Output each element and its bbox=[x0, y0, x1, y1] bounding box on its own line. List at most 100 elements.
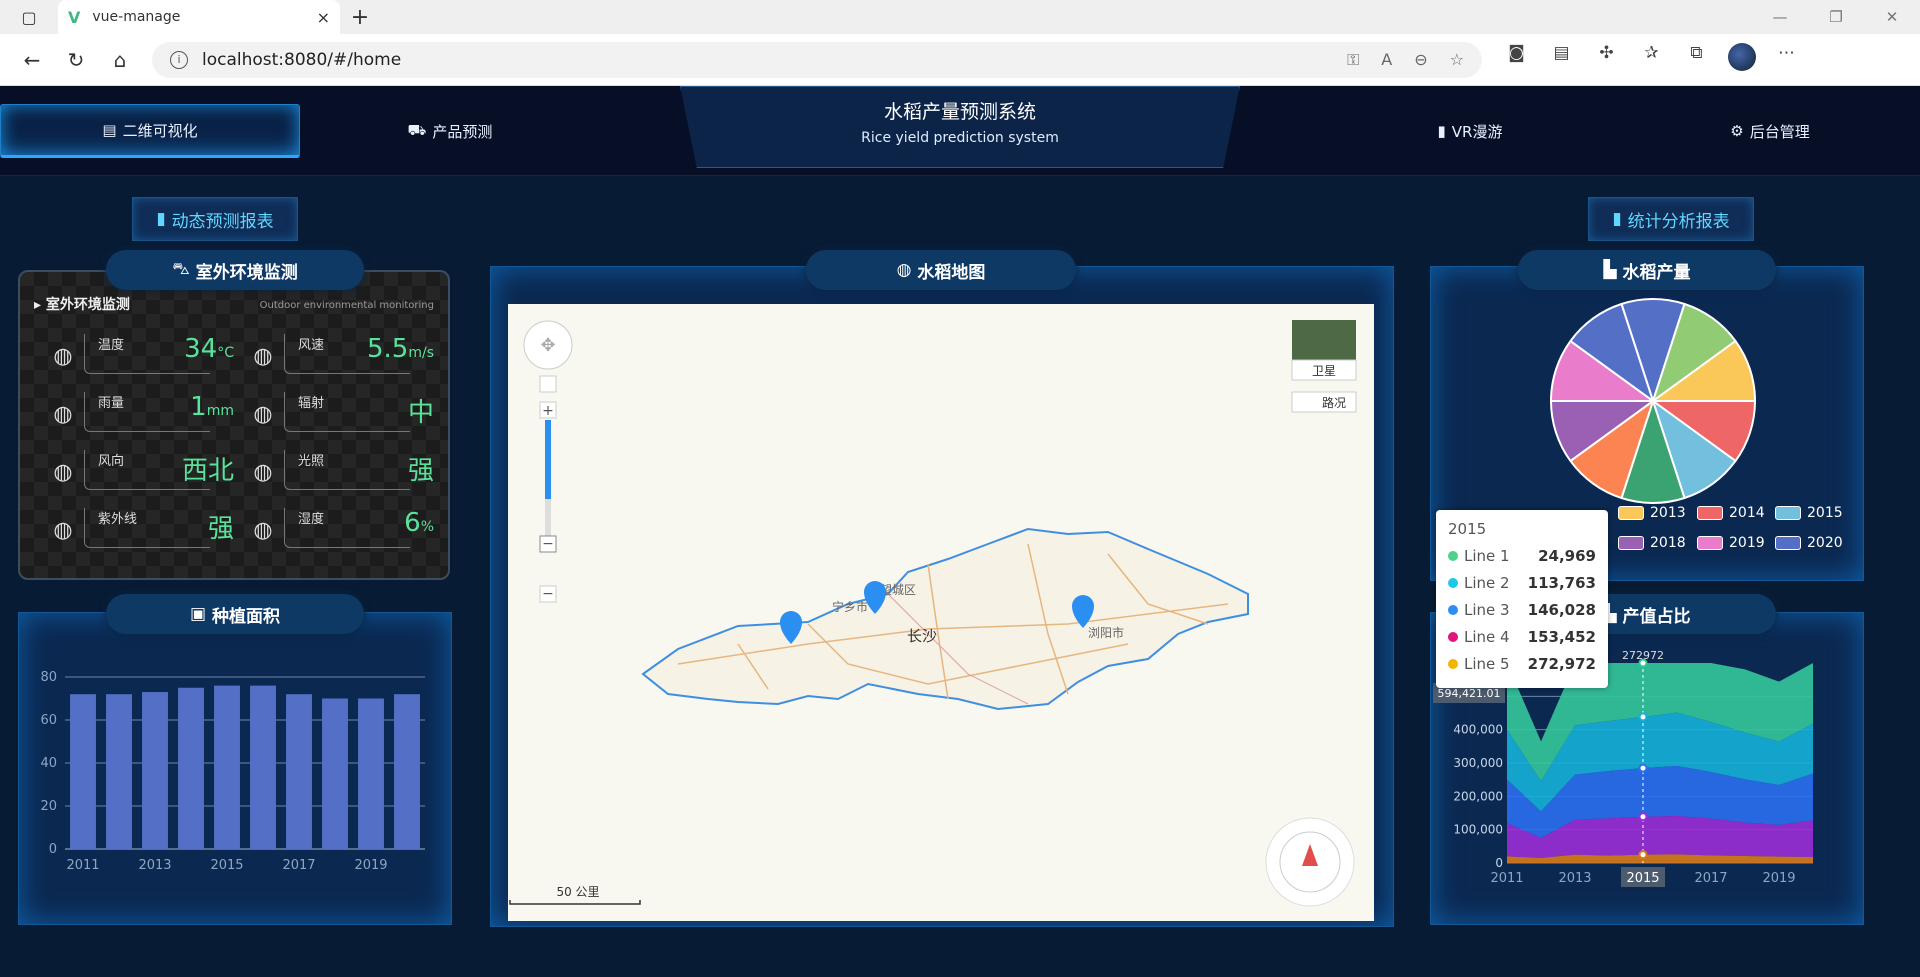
env-value: 强 bbox=[207, 514, 234, 544]
legend-item[interactable]: 2015 bbox=[1775, 505, 1843, 521]
document-icon: ▤ bbox=[102, 121, 117, 139]
tooltip-title: 2015 bbox=[1448, 520, 1487, 538]
favorites-icon[interactable]: ✰ bbox=[1629, 43, 1674, 76]
environment-panel: ▸ 室外环境监测 Outdoor environmental monitorin… bbox=[18, 270, 450, 580]
rice-map[interactable]: 宁乡市 望城区 长沙 浏阳市 ✥ + − − 卫星 路况 50 公里 bbox=[508, 304, 1374, 921]
stat-report-button[interactable]: ▮ 统计分析报表 bbox=[1588, 197, 1754, 241]
env-value: 5.5m/s bbox=[366, 334, 434, 364]
scale-label: 50 公里 bbox=[556, 885, 599, 899]
home-icon[interactable]: ⌂ bbox=[98, 48, 142, 72]
new-tab-button[interactable]: + bbox=[340, 5, 380, 30]
back-icon[interactable]: ← bbox=[10, 48, 54, 72]
collections-icon[interactable]: ⧉ bbox=[1674, 43, 1719, 76]
minimize-icon[interactable]: — bbox=[1752, 0, 1808, 34]
read-aloud-icon[interactable]: A bbox=[1381, 50, 1392, 69]
vue-logo-icon: V bbox=[68, 7, 81, 27]
bar-chart-icon: ▮ bbox=[156, 209, 166, 229]
y-tick-label: 0 bbox=[49, 842, 57, 857]
env-item: ◍ 光照 强 bbox=[248, 450, 434, 494]
series-dot bbox=[1448, 631, 1458, 642]
env-value: 中 bbox=[407, 398, 434, 428]
x-tick-label: 2019 bbox=[1762, 871, 1795, 886]
traffic-button: 路况 bbox=[1322, 395, 1346, 410]
url-field[interactable]: i localhost:8080/#/home ⚿ A ⊖ ☆ bbox=[152, 41, 1482, 78]
nav-2d-visualization[interactable]: ▤ 二维可视化 bbox=[0, 104, 300, 158]
legend-swatch bbox=[1775, 536, 1801, 550]
extension-icon[interactable]: ◙ bbox=[1494, 43, 1539, 76]
x-tick-label: 2013 bbox=[1558, 871, 1591, 886]
rain-icon: ◍ bbox=[53, 401, 73, 427]
env-value: 强 bbox=[407, 456, 434, 486]
data-point bbox=[1638, 763, 1648, 773]
radiation-icon: ◍ bbox=[253, 401, 273, 427]
truck-icon: ⛟ bbox=[407, 121, 427, 139]
legend-swatch bbox=[1697, 506, 1723, 520]
legend-label: 2018 bbox=[1650, 535, 1686, 551]
legend-label: 2019 bbox=[1729, 535, 1765, 551]
x-tick-label: 2011 bbox=[1490, 871, 1523, 886]
bar bbox=[106, 694, 132, 849]
bar bbox=[178, 687, 204, 849]
avatar[interactable] bbox=[1719, 43, 1764, 76]
place-label: 宁乡市 bbox=[832, 599, 868, 614]
x-tick-label: 2017 bbox=[282, 858, 315, 873]
legend-item[interactable]: 2013 bbox=[1618, 505, 1686, 521]
info-icon[interactable]: i bbox=[170, 50, 188, 69]
nav-admin[interactable]: ⚙ 后台管理 bbox=[1620, 104, 1920, 158]
tooltip-row: Line 5 272,972 bbox=[1448, 650, 1596, 677]
legend-label: 2015 bbox=[1807, 505, 1843, 521]
legend-item[interactable]: 2018 bbox=[1618, 535, 1686, 551]
x-tick-label: 2015 bbox=[210, 858, 243, 873]
close-window-icon[interactable]: ✕ bbox=[1864, 0, 1920, 34]
bar bbox=[358, 698, 384, 849]
bar-chart-icon: ▙ bbox=[1603, 260, 1617, 280]
legend-item[interactable]: 2019 bbox=[1697, 535, 1765, 551]
refresh-icon[interactable]: ↻ bbox=[54, 48, 98, 72]
env-item: ◍ 紫外线 强 bbox=[48, 508, 234, 552]
y-tick-label: 40 bbox=[40, 756, 57, 771]
scale-bar bbox=[509, 900, 641, 905]
favorite-add-icon[interactable]: ☆ bbox=[1450, 50, 1464, 69]
monitor-icon: ▣ bbox=[189, 604, 207, 624]
nav-label: 后台管理 bbox=[1749, 122, 1810, 141]
tooltip-value: 153,452 bbox=[1527, 627, 1596, 646]
legend-item[interactable]: 2014 bbox=[1697, 505, 1765, 521]
map-canvas[interactable]: 宁乡市 望城区 长沙 浏阳市 ✥ + − − 卫星 路况 50 公里 bbox=[508, 304, 1374, 921]
legend-item[interactable]: 2020 bbox=[1775, 535, 1843, 551]
env-label: 辐射 bbox=[298, 396, 325, 411]
tooltip-row: Line 3 146,028 bbox=[1448, 596, 1596, 623]
reading-mode-icon[interactable]: ▤ bbox=[1539, 43, 1584, 76]
env-label: 雨量 bbox=[98, 396, 125, 411]
tab-actions-icon[interactable]: ▢ bbox=[0, 0, 58, 34]
close-tab-icon[interactable]: × bbox=[317, 8, 330, 27]
env-header: ▸ 室外环境监测 bbox=[34, 297, 130, 313]
browser-tabbar: ▢ V vue-manage × + — ❐ ✕ bbox=[0, 0, 1920, 34]
y-tick-label: 100,000 bbox=[1453, 823, 1503, 837]
url-text[interactable]: localhost:8080/#/home bbox=[202, 50, 1325, 70]
nav-vr-tour[interactable]: ▮ VR漫游 bbox=[1330, 104, 1610, 158]
legend-label: 2020 bbox=[1807, 535, 1843, 551]
key-icon[interactable]: ⚿ bbox=[1347, 50, 1359, 70]
restore-icon[interactable]: ❐ bbox=[1808, 0, 1864, 34]
bar-chart-icon: ▮ bbox=[1612, 209, 1622, 229]
y-tick-label: 60 bbox=[40, 713, 57, 728]
legend-label: 2013 bbox=[1650, 505, 1686, 521]
tab-title: vue-manage bbox=[92, 9, 181, 25]
more-icon[interactable]: ⋯ bbox=[1764, 43, 1809, 76]
y-tick-label: 300,000 bbox=[1453, 756, 1503, 770]
window-controls: — ❐ ✕ bbox=[1752, 0, 1920, 34]
point-label: 272972 bbox=[1622, 649, 1664, 662]
dynamic-report-button[interactable]: ▮ 动态预测报表 bbox=[132, 197, 298, 241]
button-label: 动态预测报表 bbox=[171, 211, 274, 232]
legend-swatch bbox=[1775, 506, 1801, 520]
browser-tab[interactable]: V vue-manage × bbox=[58, 0, 340, 34]
system-title: 水稻产量预测系统 Rice yield prediction system bbox=[680, 86, 1240, 168]
puzzle-icon[interactable]: ✣ bbox=[1584, 43, 1629, 76]
sun-icon: ◍ bbox=[253, 459, 273, 485]
nav-yield-forecast[interactable]: ⛟ 产品预测 bbox=[310, 104, 590, 158]
env-panel-title: ⛍ 室外环境监测 bbox=[106, 250, 364, 290]
bar bbox=[70, 694, 96, 849]
zoom-out-icon[interactable]: ⊖ bbox=[1414, 50, 1427, 69]
planting-area-chart: 0 20 40 60 80 2011 2013 2015 2017 2019 bbox=[40, 670, 425, 873]
tooltip-value: 272,972 bbox=[1527, 654, 1596, 673]
